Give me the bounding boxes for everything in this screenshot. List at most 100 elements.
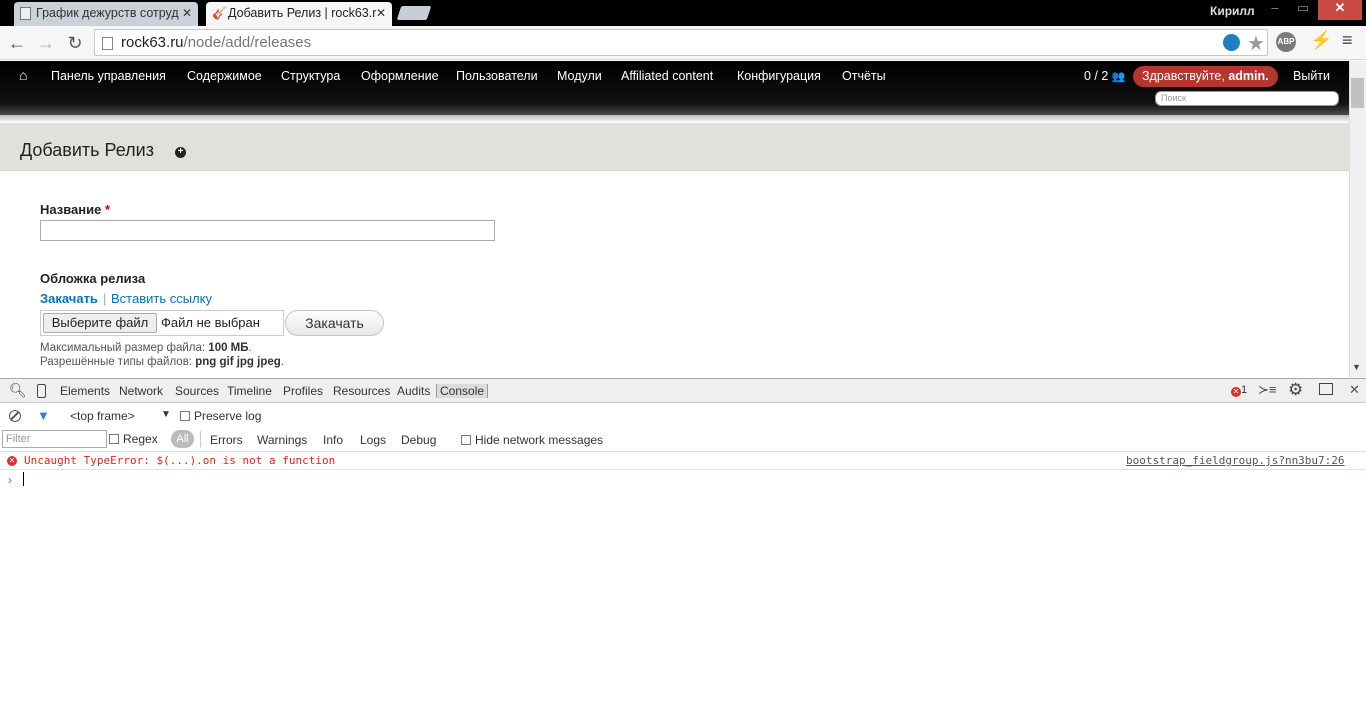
tab-add-release[interactable]: 🎸 Добавить Релиз | rock63.r ✕	[206, 2, 392, 26]
cover-label: Обложка релиза	[40, 271, 146, 286]
cover-upload-tab[interactable]: Закачать	[40, 291, 98, 306]
console-filter-bar: Filter Regex All Errors Warnings Info Lo…	[0, 428, 1366, 452]
tab-profiles[interactable]: Profiles	[283, 384, 323, 398]
tab-elements[interactable]: Elements	[60, 384, 110, 398]
error-icon: ✕	[1231, 387, 1241, 397]
toolbar-shadow	[0, 115, 1349, 123]
checkbox[interactable]	[180, 411, 190, 421]
maximize-button[interactable]: ▭	[1290, 0, 1316, 20]
tab-network[interactable]: Network	[119, 384, 163, 398]
tab-console[interactable]: Console	[436, 384, 489, 398]
new-tab-button[interactable]	[396, 6, 432, 20]
error-message[interactable]: Uncaught TypeError: $(...).on is not a f…	[24, 454, 335, 467]
device-mode-icon[interactable]	[37, 384, 46, 398]
dock-side-icon[interactable]	[1319, 383, 1333, 395]
minimize-button[interactable]: –	[1262, 0, 1288, 20]
file-input[interactable]: Выберите файл Файл не выбран	[40, 310, 284, 336]
bolt-extension-icon[interactable]: ⚡	[1310, 30, 1332, 51]
bookmark-star-icon[interactable]: ★	[1247, 31, 1265, 56]
add-shortcut-icon[interactable]: +	[175, 147, 186, 158]
tab-title: Добавить Релиз | rock63.r	[228, 6, 377, 20]
console-error-row: ✕ Uncaught TypeError: $(...).on is not a…	[0, 453, 1366, 470]
admin-search-input[interactable]: Поиск	[1155, 91, 1339, 106]
menu-content[interactable]: Содержимое	[187, 69, 262, 83]
tab-audits[interactable]: Audits	[397, 384, 430, 398]
reload-icon[interactable]: ↻	[63, 31, 87, 55]
show-drawer-icon[interactable]: ≻≡	[1258, 382, 1276, 398]
url-text[interactable]: rock63.ru/node/add/releases	[121, 34, 311, 51]
menu-appearance[interactable]: Оформление	[361, 69, 439, 83]
gear-icon[interactable]: ⚙	[1288, 380, 1303, 400]
level-warnings[interactable]: Warnings	[257, 433, 307, 447]
tab-timeline[interactable]: Timeline	[227, 384, 272, 398]
adblock-icon[interactable]: ABP	[1276, 32, 1296, 52]
menu-users[interactable]: Пользователи	[456, 69, 538, 83]
scroll-down-arrow[interactable]: ▼	[1352, 362, 1361, 372]
online-users-count: 0 / 2 👥	[1084, 69, 1126, 83]
users-icon: 👥	[1111, 71, 1126, 83]
menu-structure[interactable]: Структура	[281, 69, 340, 83]
greeting-button[interactable]: Здравствуйте, admin.	[1133, 66, 1278, 87]
window-close-button[interactable]: ✕	[1318, 0, 1362, 20]
menu-modules[interactable]: Модули	[557, 69, 602, 83]
devtools-close-icon[interactable]: ✕	[1349, 382, 1360, 398]
back-icon[interactable]: ←	[5, 31, 29, 55]
level-all[interactable]: All	[171, 430, 194, 448]
devtools-tabbar: 🔍︎ Elements Network Sources Timeline Pro…	[0, 378, 1366, 403]
name-input[interactable]	[40, 220, 495, 241]
file-status: Файл не выбран	[161, 315, 260, 330]
cover-link-tab[interactable]: Вставить ссылку	[111, 291, 212, 306]
cover-tab-separator: |	[103, 291, 107, 306]
address-bar[interactable]: rock63.ru/node/add/releases ★	[94, 29, 1268, 56]
menu-configuration[interactable]: Конфигурация	[737, 69, 821, 83]
tab-resources[interactable]: Resources	[333, 384, 390, 398]
forward-icon[interactable]: →	[34, 31, 58, 55]
checkbox[interactable]	[109, 434, 119, 444]
console-toolbar: ▼ <top frame> ▼ Preserve log	[0, 404, 1366, 427]
profile-name[interactable]: Кирилл	[1210, 4, 1255, 18]
frame-selector[interactable]: <top frame>	[70, 409, 135, 423]
clear-console-icon[interactable]	[9, 410, 21, 422]
choose-file-button[interactable]: Выберите файл	[43, 313, 157, 333]
menu-icon[interactable]: ≡	[1342, 30, 1353, 51]
checkbox[interactable]	[461, 435, 471, 445]
level-logs[interactable]: Logs	[360, 433, 386, 447]
inspect-search-icon[interactable]: 🔍︎	[9, 382, 27, 399]
guitar-icon: 🎸	[212, 6, 227, 20]
logout-link[interactable]: Выйти	[1293, 69, 1330, 83]
console-input[interactable]	[23, 472, 24, 486]
tab-close-icon[interactable]: ✕	[376, 2, 386, 24]
tab-duty-schedule[interactable]: График дежурств сотруд ✕	[14, 2, 198, 26]
page-icon	[20, 7, 31, 20]
page-header: Добавить Релиз +	[0, 123, 1349, 171]
menu-affiliated-content[interactable]: Affiliated content	[621, 69, 713, 83]
error-icon: ✕	[7, 456, 17, 466]
page-title: Добавить Релиз	[20, 140, 154, 160]
level-errors[interactable]: Errors	[210, 433, 243, 447]
console-filter-input[interactable]: Filter	[2, 430, 107, 448]
page-scrollbar[interactable]	[1349, 61, 1366, 377]
home-icon[interactable]: ⌂	[19, 67, 27, 83]
menu-reports[interactable]: Отчёты	[842, 69, 886, 83]
admin-toolbar: ⌂ Панель управления Содержимое Структура…	[0, 61, 1349, 115]
menu-dashboard[interactable]: Панель управления	[51, 69, 166, 83]
browser-toolbar: ← → ↻ rock63.ru/node/add/releases ★ ABP …	[0, 26, 1366, 60]
max-file-size-help: Максимальный размер файла: 100 МБ.	[40, 342, 252, 354]
hide-network-checkbox[interactable]: Hide network messages	[461, 433, 603, 447]
preserve-log-checkbox[interactable]: Preserve log	[180, 409, 261, 423]
tab-close-icon[interactable]: ✕	[182, 2, 192, 24]
allowed-types-help: Разрешённые типы файлов: png gif jpg jpe…	[40, 356, 284, 368]
error-source-link[interactable]: bootstrap_fieldgroup.js?nn3bu7:26	[1126, 454, 1345, 467]
scrollbar-thumb[interactable]	[1351, 78, 1364, 108]
upload-button[interactable]: Закачать	[285, 310, 384, 336]
tab-sources[interactable]: Sources	[175, 384, 219, 398]
level-info[interactable]: Info	[323, 433, 343, 447]
regex-checkbox[interactable]: Regex	[109, 432, 158, 446]
level-debug[interactable]: Debug	[401, 433, 436, 447]
chevron-down-icon[interactable]: ▼	[161, 409, 171, 420]
name-label: Название *	[40, 202, 111, 217]
error-counter[interactable]: ✕ 1	[1231, 384, 1247, 397]
page-icon	[102, 37, 113, 50]
filter-icon[interactable]: ▼	[37, 408, 50, 423]
drupal-extension-icon[interactable]	[1223, 34, 1240, 51]
